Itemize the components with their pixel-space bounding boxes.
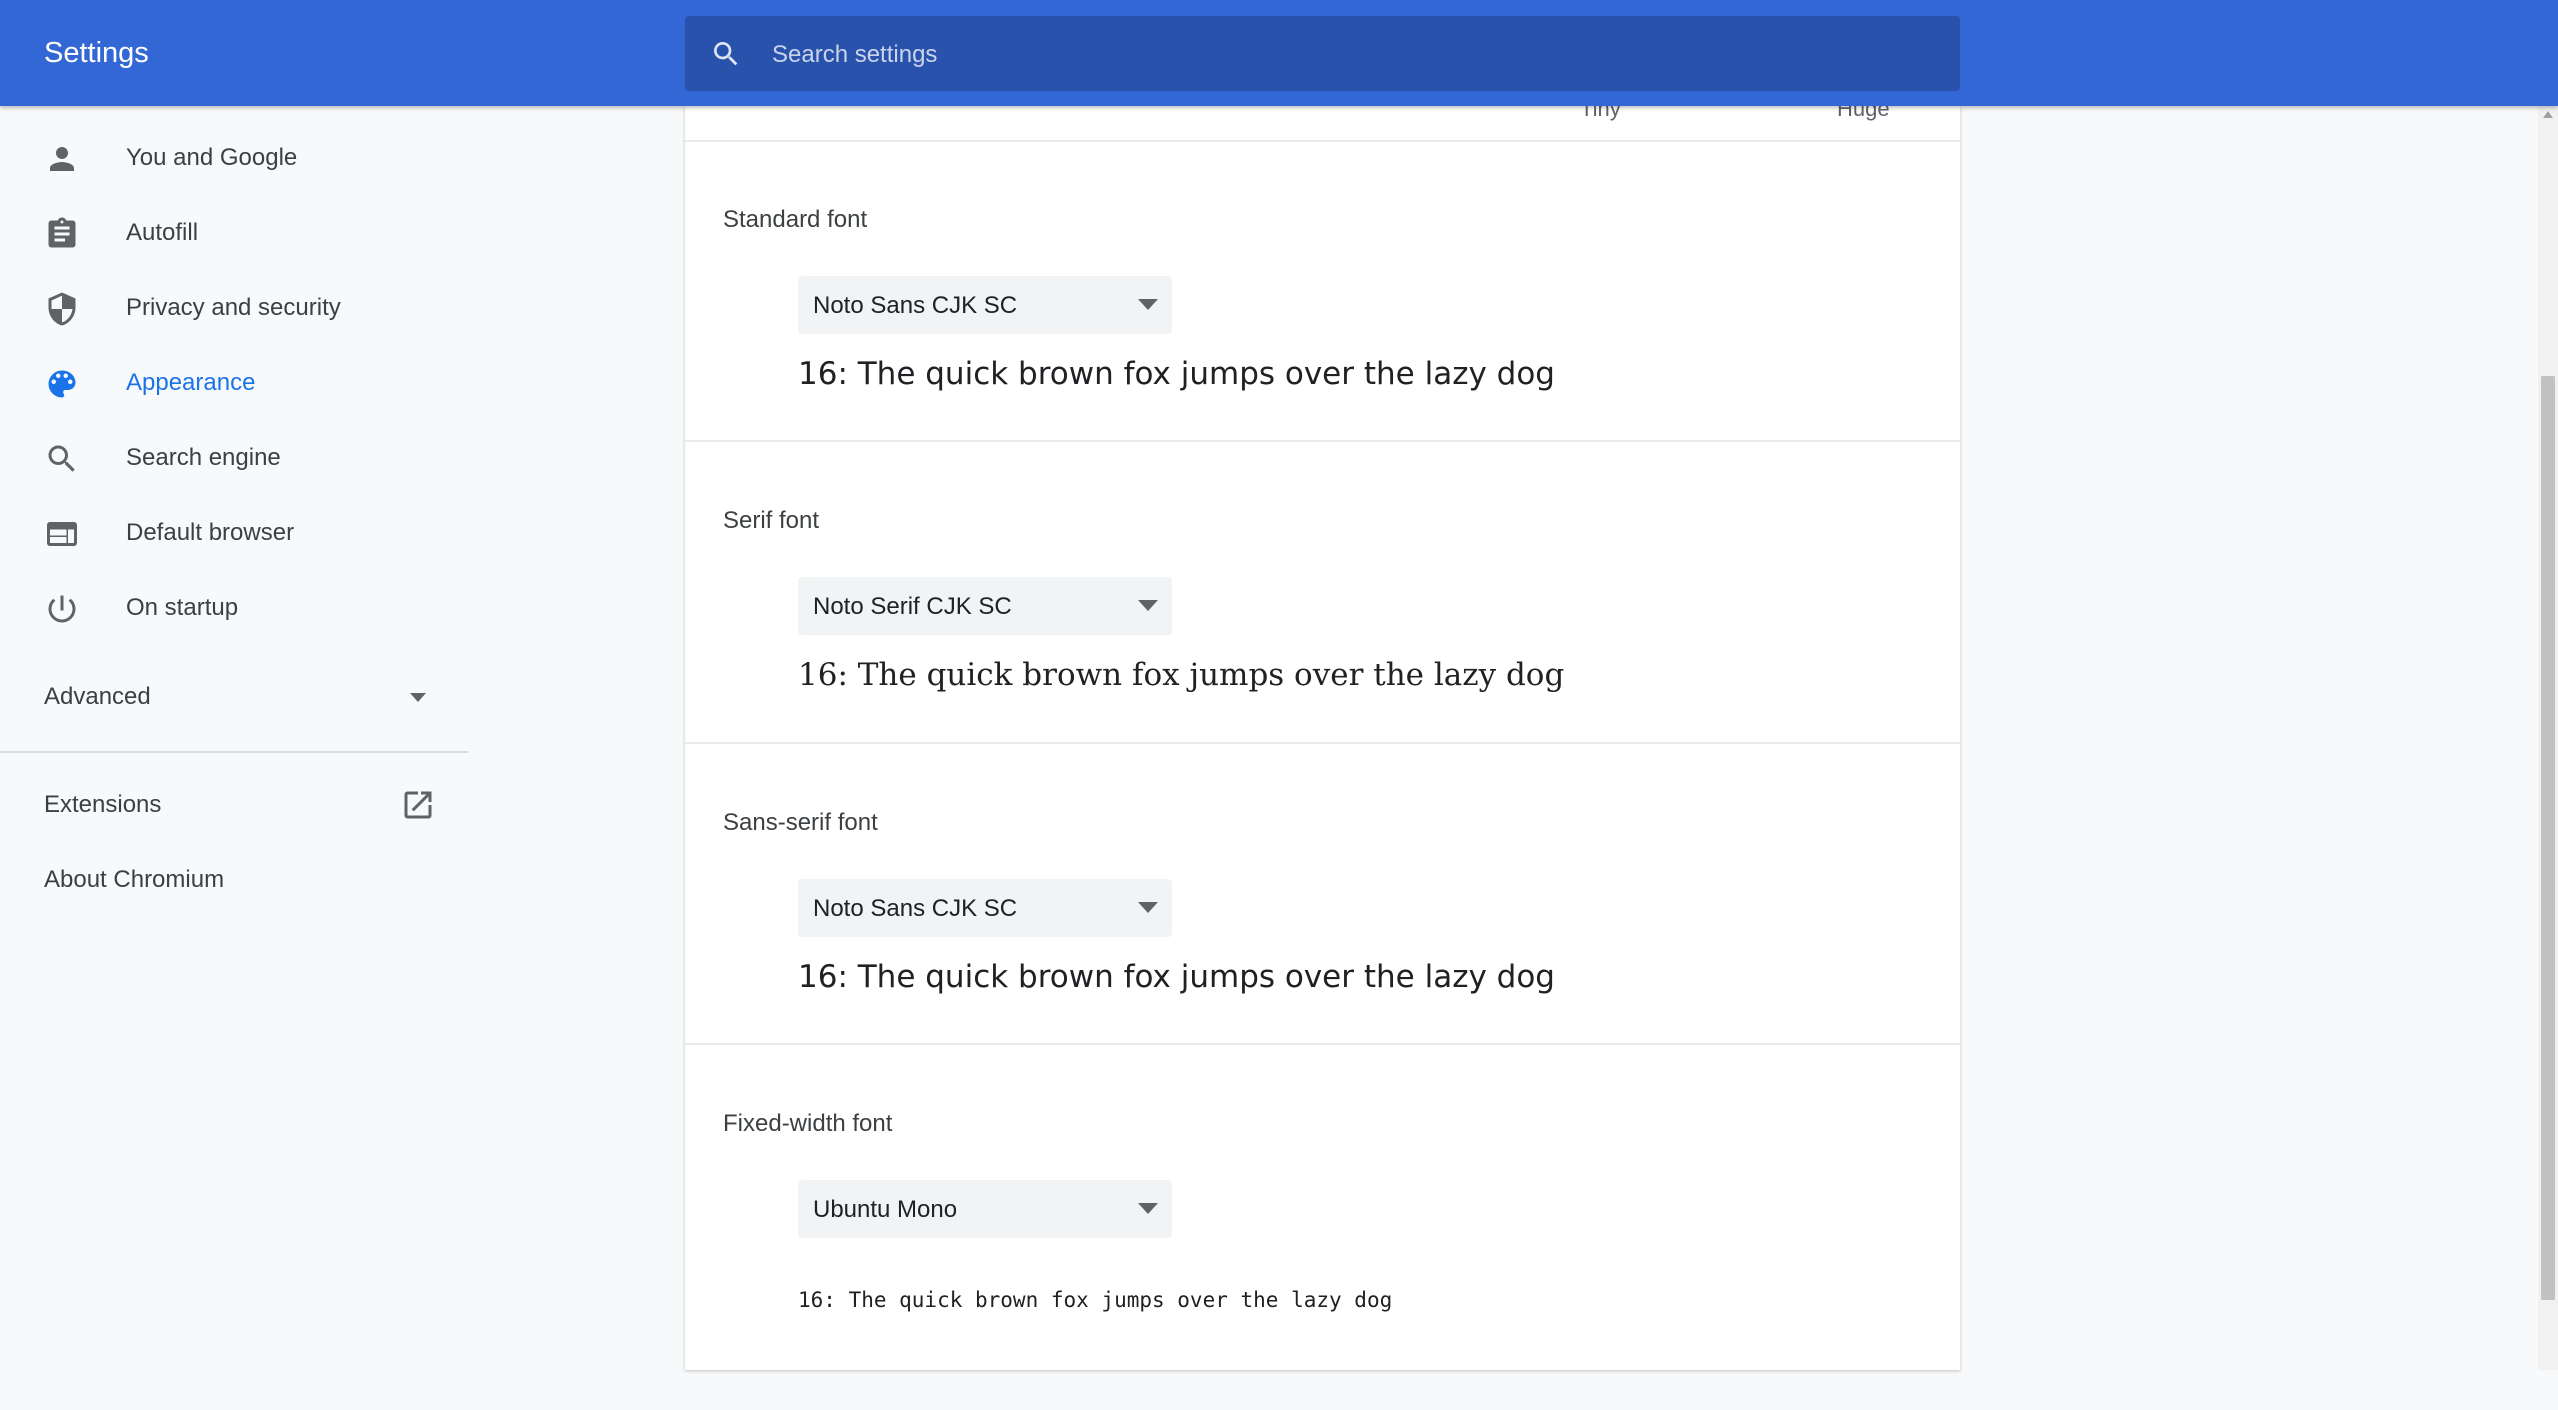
sidebar-item-label: Appearance	[126, 369, 256, 396]
chevron-down-icon	[410, 693, 426, 702]
section-title: Sans-serif font	[723, 809, 878, 836]
sans-serif-font-select[interactable]: Noto Sans CJK SC	[798, 879, 1172, 937]
select-value: Noto Sans CJK SC	[813, 895, 1018, 922]
power-icon	[48, 595, 76, 623]
sidebar-item-label: Search engine	[126, 444, 281, 471]
select-value: Noto Sans CJK SC	[813, 292, 1018, 319]
divider	[685, 440, 1960, 442]
open-in-new-icon	[404, 791, 432, 819]
divider	[685, 140, 1960, 142]
search-icon	[48, 445, 75, 472]
font-sample-text: 16: The quick brown fox jumps over the l…	[798, 657, 1565, 693]
about-label: About Chromium	[44, 866, 225, 893]
sans-serif-font-section: Sans-serif font Noto Sans CJK SC 16: The…	[685, 809, 1960, 1109]
section-title: Standard font	[723, 206, 868, 233]
sidebar-item-extensions[interactable]: Extensions	[0, 767, 470, 842]
font-sample-text: 16: The quick brown fox jumps over the l…	[798, 959, 1555, 995]
browser-window-icon	[47, 522, 77, 546]
search-box[interactable]	[685, 16, 1960, 93]
fixed-width-font-section: Fixed-width font Ubuntu Mono 16: The qui…	[685, 1110, 1960, 1410]
sidebar-divider	[0, 751, 468, 753]
search-input[interactable]	[770, 16, 1934, 93]
divider	[685, 742, 1960, 744]
sidebar-item-about[interactable]: About Chromium	[0, 842, 470, 917]
dropdown-arrow-icon	[1138, 1203, 1158, 1214]
font-sample-text: 16: The quick brown fox jumps over the l…	[798, 356, 1555, 392]
clipboard-icon	[48, 217, 76, 248]
person-icon	[50, 147, 74, 171]
standard-font-section: Standard font Noto Sans CJK SC 16: The q…	[685, 206, 1960, 506]
sidebar-item-label: On startup	[126, 594, 239, 621]
sidebar-item-autofill[interactable]: Autofill	[0, 196, 470, 271]
select-value: Ubuntu Mono	[813, 1196, 958, 1223]
serif-font-section: Serif font Noto Serif CJK SC 16: The qui…	[685, 507, 1960, 807]
shield-icon	[48, 292, 76, 326]
advanced-toggle[interactable]: Advanced	[0, 661, 470, 736]
advanced-label: Advanced	[44, 683, 151, 710]
dropdown-arrow-icon	[1138, 299, 1158, 310]
sidebar-item-search-engine[interactable]: Search engine	[0, 421, 470, 496]
sidebar-item-label: Autofill	[126, 219, 199, 246]
sidebar-item-label: You and Google	[126, 144, 298, 171]
sidebar-item-privacy[interactable]: Privacy and security	[0, 271, 470, 346]
section-title: Fixed-width font	[723, 1110, 893, 1137]
sidebar-item-appearance[interactable]: Appearance	[0, 346, 470, 421]
serif-font-select[interactable]: Noto Serif CJK SC	[798, 577, 1172, 635]
scroll-up-arrow-icon[interactable]	[2542, 110, 2554, 120]
sidebar-item-on-startup[interactable]: On startup	[0, 571, 470, 646]
font-sample-text: 16: The quick brown fox jumps over the l…	[798, 1288, 1393, 1312]
sidebar: You and Google Autofill Privacy and secu…	[0, 106, 470, 1370]
search-icon	[714, 42, 738, 66]
standard-font-select[interactable]: Noto Sans CJK SC	[798, 276, 1172, 334]
extensions-label: Extensions	[44, 791, 162, 818]
page-title: Settings	[44, 37, 149, 69]
fonts-settings-card: Tiny Huge Standard font Noto Sans CJK SC…	[685, 96, 1960, 1370]
sidebar-item-default-browser[interactable]: Default browser	[0, 496, 470, 571]
top-toolbar: Settings	[0, 0, 2558, 106]
sidebar-item-you-and-google[interactable]: You and Google	[0, 121, 470, 196]
divider	[685, 1043, 1960, 1045]
palette-icon	[48, 370, 76, 398]
sidebar-item-label: Privacy and security	[126, 294, 341, 321]
fixed-width-font-select[interactable]: Ubuntu Mono	[798, 1180, 1172, 1238]
dropdown-arrow-icon	[1138, 902, 1158, 913]
section-title: Serif font	[723, 507, 820, 534]
dropdown-arrow-icon	[1138, 600, 1158, 611]
scrollbar-thumb[interactable]	[2541, 376, 2555, 1300]
select-value: Noto Serif CJK SC	[813, 593, 1012, 620]
sidebar-item-label: Default browser	[126, 519, 295, 546]
